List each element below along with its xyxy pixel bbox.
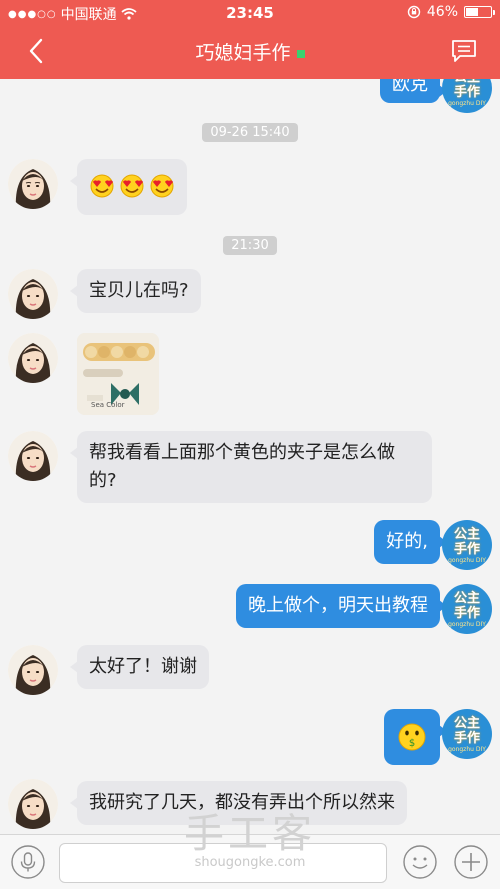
heart-eyes-icon: [150, 174, 174, 198]
woman-portrait-icon: [8, 159, 58, 209]
contact-avatar[interactable]: [8, 645, 58, 695]
message-text-line: 的?: [89, 470, 117, 491]
badge-line1: 公主: [453, 715, 480, 731]
badge-line1: 公主: [453, 526, 480, 542]
plus-icon[interactable]: [453, 844, 489, 880]
battery-icon: [464, 6, 495, 18]
self-avatar[interactable]: 公主 手作 gongzhu DIY: [442, 584, 492, 634]
status-bar: ●●●○○ 中国联通 23:45 46%: [0, 0, 500, 24]
badge-small: gongzhu DIY: [448, 745, 486, 753]
self-avatar-badge: 公主 手作 gongzhu DIY: [442, 79, 492, 113]
self-avatar-badge: 公主 手作 gongzhu DIY: [442, 584, 492, 634]
woman-portrait-icon: [8, 269, 58, 319]
header: ●●●○○ 中国联通 23:45 46% 巧媳妇手作: [0, 0, 500, 79]
microphone-icon[interactable]: [10, 844, 46, 880]
message-bubble-incoming[interactable]: [70, 159, 187, 215]
message-text: 晚上做个，明天出教程: [248, 595, 428, 616]
timestamp-text: 21:30: [223, 236, 277, 255]
timestamp: 21:30: [0, 234, 500, 255]
woman-portrait-icon: [8, 779, 58, 829]
badge-small: gongzhu DIY: [448, 99, 486, 107]
message-text-line: 帮我看看上面那个黄色的夹子是怎么做: [89, 442, 395, 463]
message-bubble-outgoing[interactable]: 欧克: [380, 79, 447, 103]
message-bubble-incoming[interactable]: 宝贝儿在吗?: [70, 269, 201, 313]
message-text: 宝贝儿在吗?: [89, 280, 189, 301]
message-bubble-incoming[interactable]: 太好了！谢谢: [70, 645, 209, 689]
badge-line2: 手作: [453, 84, 480, 100]
rotation-lock-icon: [407, 5, 421, 19]
self-avatar[interactable]: 公主 手作 gongzhu DIY: [442, 520, 492, 570]
message-bubble-outgoing[interactable]: $: [384, 709, 447, 765]
chat-list-icon[interactable]: [450, 38, 478, 64]
watermark-sub: shougongke.com: [194, 855, 306, 870]
badge-line2: 手作: [453, 541, 480, 557]
message-bubble-outgoing[interactable]: 好的,: [374, 520, 447, 564]
watermark-main: 手工客: [184, 811, 316, 857]
contact-avatar[interactable]: [8, 431, 58, 481]
contact-avatar[interactable]: [8, 333, 58, 383]
status-right: 46%: [407, 4, 495, 20]
heart-eyes-icon: [90, 174, 114, 198]
message-text: 我研究了几天，都没有弄出个所以然来: [89, 792, 395, 813]
badge-line2: 手作: [453, 730, 480, 746]
battery-fill: [466, 8, 478, 16]
image-caption: Sea Color: [91, 401, 125, 409]
woman-portrait-icon: [8, 333, 58, 383]
badge-line1: 公主: [453, 590, 480, 606]
woman-portrait-icon: [8, 645, 58, 695]
page-title: 巧媳妇手作: [195, 42, 291, 64]
svg-text:$: $: [409, 738, 415, 749]
contact-avatar[interactable]: [8, 159, 58, 209]
timestamp: 09-26 15:40: [0, 121, 500, 142]
timestamp-text: 09-26 15:40: [202, 123, 298, 142]
badge-small: gongzhu DIY: [448, 620, 486, 628]
self-avatar[interactable]: 公主 手作 gongzhu DIY: [442, 709, 492, 759]
heart-eyes-emoji: [89, 172, 175, 198]
badge-small: gongzhu DIY: [448, 556, 486, 564]
message-text: 好的,: [386, 531, 428, 552]
message-bubble-incoming[interactable]: 帮我看看上面那个黄色的夹子是怎么做 的?: [70, 431, 432, 503]
self-avatar[interactable]: 公主 手作 gongzhu DIY: [442, 79, 492, 113]
image-message[interactable]: Sea Color: [77, 333, 159, 415]
message-text: 欧克: [392, 79, 428, 95]
smiley-icon[interactable]: [402, 844, 438, 880]
self-avatar-badge: 公主 手作 gongzhu DIY: [442, 709, 492, 759]
message-list[interactable]: 欧克 公主 手作 gongzhu DIY 09-26 15:40: [0, 79, 500, 834]
online-status-dot: [296, 49, 305, 58]
money-mouth-emoji-icon: $: [398, 723, 426, 751]
badge-line2: 手作: [453, 605, 480, 621]
contact-avatar[interactable]: [8, 779, 58, 829]
self-avatar-badge: 公主 手作 gongzhu DIY: [442, 520, 492, 570]
heart-eyes-icon: [120, 174, 144, 198]
message-text: 太好了！谢谢: [89, 656, 197, 677]
chat-title: 巧媳妇手作: [0, 38, 500, 65]
watermark: 手工客 shougongke.com: [160, 812, 340, 870]
contact-avatar[interactable]: [8, 269, 58, 319]
battery-percent: 46%: [426, 4, 458, 20]
woman-portrait-icon: [8, 431, 58, 481]
message-bubble-outgoing[interactable]: 晚上做个，明天出教程: [236, 584, 447, 628]
